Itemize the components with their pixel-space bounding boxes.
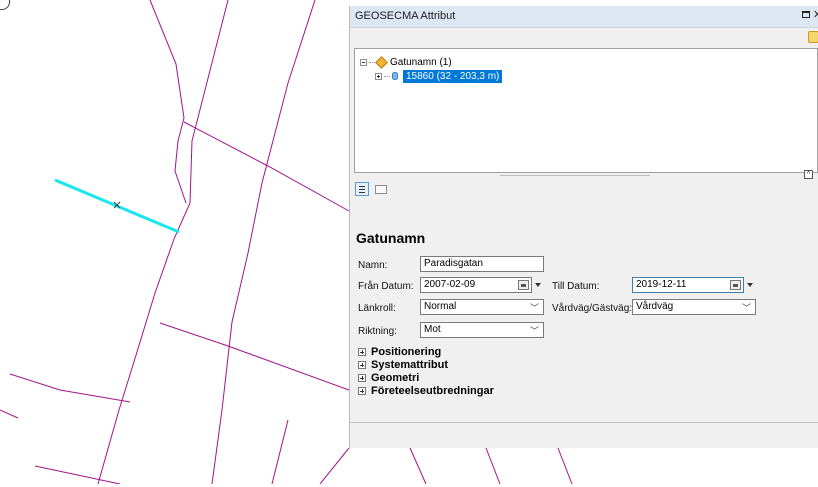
section-foreteelseutbredningar[interactable]: Företeelseutbredningar [358,385,494,397]
lankroll-select[interactable]: Normal ﹀ [420,299,544,315]
attribute-form: Gatunamn Namn: Paradisgatan Från Datum: … [350,206,818,421]
calendar-icon[interactable] [730,280,741,290]
attribute-panel: GEOSECMA Attribut ✕ Gatunamn (1) 15860 (… [349,6,818,448]
pane-splitter[interactable] [500,175,650,176]
chevron-down-icon[interactable]: ﹀ [742,301,751,315]
fran-datum-label: Från Datum: [358,281,414,292]
tree-root-label: Gatunamn (1) [390,56,452,68]
till-datum-field[interactable]: 2019-12-11 [632,277,753,293]
help-icon[interactable] [808,31,818,43]
calendar-icon[interactable] [518,280,529,290]
road-line [0,409,19,419]
collapse-icon[interactable] [360,58,367,66]
road-line [271,419,289,485]
expand-icon[interactable] [358,348,366,356]
feature-tree[interactable]: Gatunamn (1) 15860 (32 - 203,3 m) [354,48,818,173]
road-line [149,0,187,204]
chevron-down-icon[interactable]: ﹀ [530,324,539,338]
road-line [9,373,131,403]
expand-icon[interactable] [358,374,366,382]
form-heading: Gatunamn [356,230,426,246]
fran-datum-field[interactable]: 2007-02-09 [420,277,541,293]
tree-child-label[interactable]: 15860 (32 - 203,3 m) [403,69,503,83]
folder-tab-icon[interactable] [375,185,387,194]
tree-connector [384,75,390,77]
section-label: Geometri [371,372,420,384]
expand-icon[interactable] [375,72,382,80]
road-line [485,447,501,485]
road-line [557,447,573,485]
chevron-down-icon[interactable] [747,283,753,287]
collapse-pane-icon[interactable]: ^ [804,170,813,179]
attributes-tab-icon[interactable] [355,182,369,196]
lankroll-label: Länkroll: [358,303,396,314]
lankroll-value: Normal [424,301,457,312]
road-line [97,0,229,485]
tree-root-row[interactable]: Gatunamn (1) [360,55,452,69]
road-feature-icon [375,55,388,69]
close-icon[interactable]: ✕ [813,8,818,21]
vardvag-label: Vårdväg/Gästväg: [552,303,633,314]
section-label: Positionering [371,346,442,358]
panel-titlebar: GEOSECMA Attribut ✕ [350,6,818,28]
road-line [211,0,316,485]
section-positionering[interactable]: Positionering [358,346,441,358]
section-systemattribut[interactable]: Systemattribut [358,359,448,371]
panel-title: GEOSECMA Attribut [355,10,456,22]
tree-child-row[interactable]: 15860 (32 - 203,3 m) [375,69,503,83]
database-icon [392,72,398,80]
namn-label: Namn: [358,260,388,271]
road-line [159,322,350,391]
chevron-down-icon[interactable]: ﹀ [530,301,539,315]
section-geometri[interactable]: Geometri [358,372,419,384]
vardvag-select[interactable]: Vårdväg ﹀ [632,299,756,315]
road-line [34,465,121,485]
namn-field[interactable]: Paradisgatan [420,256,544,272]
selected-road-segment [54,178,180,234]
status-bar [350,422,818,448]
expand-icon[interactable] [358,387,366,395]
section-label: Systemattribut [371,359,449,371]
till-datum-value: 2019-12-11 [636,279,687,290]
riktning-value: Mot [424,324,441,335]
section-label: Företeelseutbredningar [371,385,494,397]
maximize-icon[interactable] [802,11,810,18]
vardvag-value: Vårdväg [636,301,674,312]
fran-datum-value: 2007-02-09 [424,279,476,290]
road-line [409,447,427,485]
riktning-label: Riktning: [358,326,397,337]
till-datum-label: Till Datum: [552,281,600,292]
chevron-down-icon[interactable] [535,283,541,287]
riktning-select[interactable]: Mot ﹀ [420,322,544,338]
road-line [319,447,350,485]
expand-icon[interactable] [358,361,366,369]
